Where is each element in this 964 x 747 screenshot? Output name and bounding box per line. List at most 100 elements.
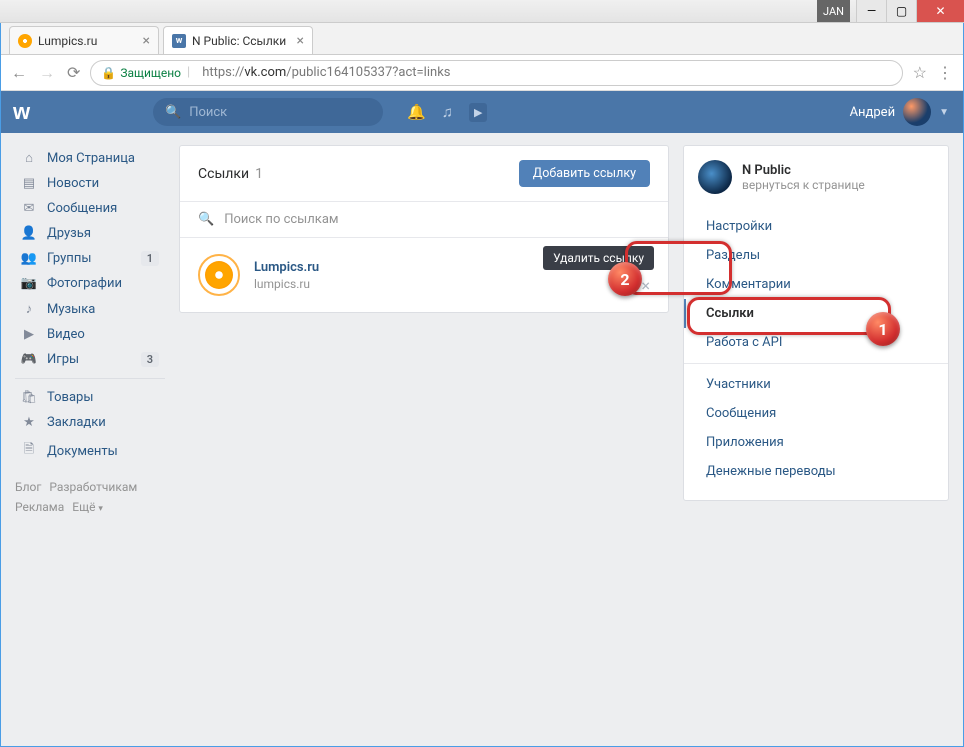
window-minimize[interactable]: — <box>856 0 886 22</box>
home-icon: ⌂ <box>21 150 37 166</box>
browser-tabbar: Lumpics.ru × w N Public: Ссылки × <box>1 23 963 55</box>
links-panel: Ссылки1 Добавить ссылку 🔍 Поиск по ссылк… <box>179 145 669 313</box>
tab-title: Lumpics.ru <box>38 34 97 48</box>
group-avatar <box>698 160 732 194</box>
annotation-bubble-2: 2 <box>608 262 642 296</box>
nav-back-icon[interactable]: ← <box>11 63 27 83</box>
vk-user-menu[interactable]: Андрей ▼ <box>850 98 963 126</box>
user-name: Андрей <box>850 105 896 120</box>
favicon-vk-icon: w <box>172 34 186 48</box>
user-avatar <box>903 98 931 126</box>
nav-reload-icon[interactable]: ⟳ <box>67 63 80 83</box>
nav-bookmarks[interactable]: ★Закладки <box>15 410 165 435</box>
window-close[interactable]: ✕ <box>916 0 964 22</box>
nav-forward-icon[interactable]: → <box>39 63 55 83</box>
close-tab-icon[interactable]: × <box>291 33 304 49</box>
jan-badge: JAN <box>817 0 850 22</box>
footer-blog[interactable]: Блог <box>15 480 41 494</box>
vk-header: w 🔍 Поиск 🔔 ♫ ▶ Андрей ▼ <box>1 91 963 133</box>
nav-news[interactable]: ▤Новости <box>15 171 165 196</box>
menu-members[interactable]: Участники <box>684 370 948 399</box>
games-icon: 🎮 <box>21 352 37 367</box>
links-search-input[interactable]: 🔍 Поиск по ссылкам <box>180 202 668 238</box>
play-icon[interactable]: ▶ <box>469 103 487 122</box>
nav-videos[interactable]: ▶Видео <box>15 322 165 347</box>
window-maximize[interactable]: ▢ <box>886 0 916 22</box>
menu-apps[interactable]: Приложения <box>684 428 948 457</box>
menu-api[interactable]: Работа с API <box>684 328 948 357</box>
close-tab-icon[interactable]: × <box>137 33 150 49</box>
footer-devs[interactable]: Разработчикам <box>49 480 137 494</box>
url-text: https://vk.com/public164105337?act=links <box>202 65 450 80</box>
link-avatar[interactable] <box>198 254 240 296</box>
market-icon: 🛍 <box>21 390 37 405</box>
menu-group-messages[interactable]: Сообщения <box>684 399 948 428</box>
group-head[interactable]: N Public вернуться к странице <box>684 146 948 208</box>
nav-documents[interactable]: 🗎Документы <box>15 435 165 467</box>
menu-links[interactable]: Ссылки <box>684 299 948 328</box>
messages-icon: ✉ <box>21 201 37 216</box>
annotation-bubble-1: 1 <box>866 312 900 346</box>
secure-label: Защищено <box>120 66 181 80</box>
search-placeholder: Поиск <box>189 105 227 120</box>
vk-body: ⌂Моя Страница ▤Новости ✉Сообщения 👤Друзь… <box>1 133 963 746</box>
lock-icon: 🔒 <box>101 66 116 80</box>
browser-tab-lumpics[interactable]: Lumpics.ru × <box>9 26 159 54</box>
group-back-link[interactable]: вернуться к странице <box>742 178 865 192</box>
nav-separator <box>15 378 165 379</box>
nav-friends[interactable]: 👤Друзья <box>15 221 165 246</box>
tab-title: N Public: Ссылки <box>192 34 286 48</box>
secure-badge: 🔒 Защищено <box>101 66 181 80</box>
browser-addrbar: ← → ⟳ 🔒 Защищено | https://vk.com/public… <box>1 55 963 91</box>
badge-count: 1 <box>141 251 159 266</box>
search-icon: 🔍 <box>198 212 214 227</box>
vk-logo-icon[interactable]: w <box>13 99 153 125</box>
address-field[interactable]: 🔒 Защищено | https://vk.com/public164105… <box>90 60 902 86</box>
window-titlebar: JAN — ▢ ✕ <box>0 0 964 23</box>
bookmark-star-icon[interactable]: ☆ <box>913 63 927 82</box>
nav-messages[interactable]: ✉Сообщения <box>15 196 165 221</box>
chevron-down-icon: ▾ <box>98 504 103 514</box>
nav-groups[interactable]: 👥Группы1 <box>15 246 165 271</box>
menu-separator <box>684 363 948 364</box>
panel-head: Ссылки1 Добавить ссылку <box>180 146 668 202</box>
browser-tab-vk[interactable]: w N Public: Ссылки × <box>163 26 313 54</box>
menu-settings[interactable]: Настройки <box>684 212 948 241</box>
music-nav-icon: ♪ <box>21 301 37 317</box>
footer-more[interactable]: Ещё ▾ <box>72 500 103 514</box>
settings-menu: Настройки Разделы Комментарии Ссылки Раб… <box>684 208 948 500</box>
vk-search-input[interactable]: 🔍 Поиск <box>153 98 383 126</box>
videos-icon: ▶ <box>21 327 37 342</box>
menu-money-transfers[interactable]: Денежные переводы <box>684 457 948 486</box>
badge-count: 3 <box>141 352 159 367</box>
group-panel: N Public вернуться к странице Настройки … <box>683 145 949 501</box>
documents-icon: 🗎 <box>21 440 37 462</box>
link-row: Lumpics.ru lumpics.ru Удалить ссылку × <box>180 238 668 312</box>
notifications-icon[interactable]: 🔔 <box>407 103 426 121</box>
main-column: Ссылки1 Добавить ссылку 🔍 Поиск по ссылк… <box>179 145 669 734</box>
friends-icon: 👤 <box>21 226 37 241</box>
nav-photos[interactable]: 📷Фотографии <box>15 271 165 296</box>
groups-icon: 👥 <box>21 251 37 266</box>
panel-title: Ссылки1 <box>198 166 263 182</box>
nav-music[interactable]: ♪Музыка <box>15 296 165 322</box>
nav-market[interactable]: 🛍Товары <box>15 385 165 410</box>
search-icon: 🔍 <box>165 105 181 120</box>
menu-comments[interactable]: Комментарии <box>684 270 948 299</box>
links-count: 1 <box>255 166 263 182</box>
menu-sections[interactable]: Разделы <box>684 241 948 270</box>
right-column: N Public вернуться к странице Настройки … <box>683 145 949 734</box>
search-placeholder: Поиск по ссылкам <box>224 212 338 227</box>
group-name: N Public <box>742 163 865 178</box>
nav-my-page[interactable]: ⌂Моя Страница <box>15 145 165 171</box>
browser-menu-icon[interactable]: ⋮ <box>937 63 953 82</box>
footer-links: Блог Разработчикам Реклама Ещё ▾ <box>15 477 165 518</box>
nav-games[interactable]: 🎮Игры3 <box>15 347 165 372</box>
music-icon[interactable]: ♫ <box>442 103 453 121</box>
nav-controls: ← → ⟳ <box>11 63 80 83</box>
chevron-down-icon: ▼ <box>939 107 949 118</box>
footer-ads[interactable]: Реклама <box>15 500 64 514</box>
photos-icon: 📷 <box>21 276 37 291</box>
add-link-button[interactable]: Добавить ссылку <box>519 160 650 187</box>
favicon-lumpics-icon <box>18 34 32 48</box>
